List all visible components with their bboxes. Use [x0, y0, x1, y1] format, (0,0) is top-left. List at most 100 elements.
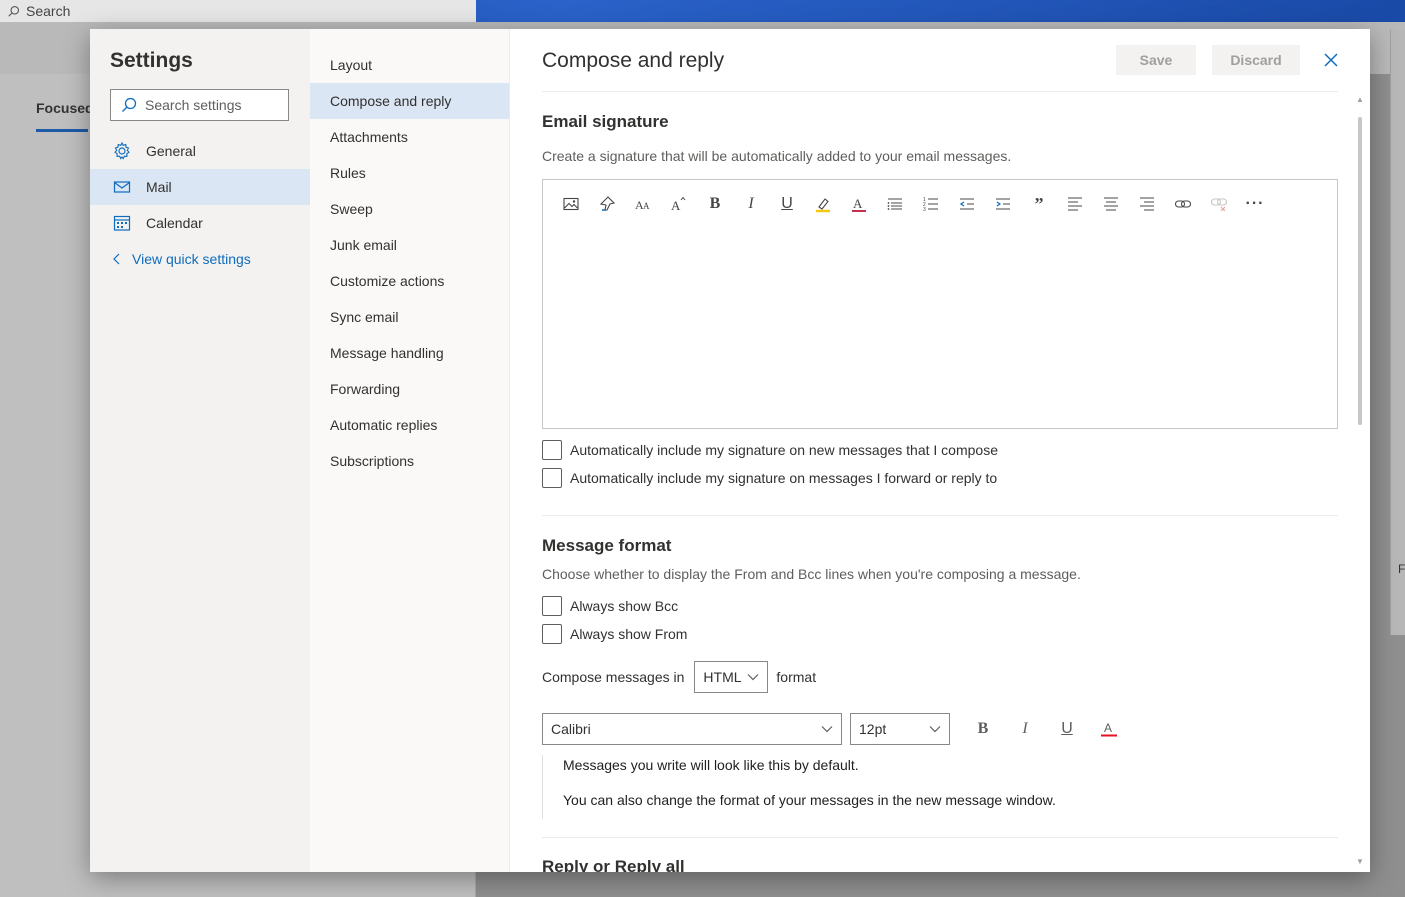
svg-text:3: 3: [923, 207, 926, 213]
insert-link-icon[interactable]: [1165, 192, 1201, 216]
category-calendar[interactable]: Calendar: [90, 205, 310, 241]
search-icon: [8, 5, 20, 17]
save-button[interactable]: Save: [1116, 45, 1196, 75]
discard-button[interactable]: Discard: [1212, 45, 1300, 75]
align-left-icon[interactable]: [1057, 192, 1093, 216]
font-size-icon[interactable]: AA: [625, 192, 661, 216]
scroll-down-arrow[interactable]: ▼: [1356, 857, 1364, 866]
grow-font-icon[interactable]: A: [661, 192, 697, 216]
bold-icon[interactable]: B: [697, 192, 733, 216]
search-icon: [122, 97, 137, 112]
format-painter-icon[interactable]: [589, 192, 625, 216]
settings-search-input[interactable]: [145, 97, 275, 113]
scroll-up-arrow[interactable]: ▲: [1356, 95, 1364, 104]
mail-icon: [113, 181, 131, 193]
app-search-box[interactable]: Search: [0, 0, 476, 22]
nav-automatic-replies[interactable]: Automatic replies: [310, 407, 509, 443]
highlight-icon[interactable]: [805, 192, 841, 216]
settings-categories-pane: Settings General Mail Calendar View quic…: [90, 29, 310, 872]
chevron-left-icon: [113, 253, 120, 265]
auto-signature-reply-label: Automatically include my signature on me…: [570, 470, 998, 486]
settings-dialog: Settings General Mail Calendar View quic…: [90, 29, 1370, 872]
category-general-label: General: [146, 143, 196, 159]
nav-forwarding[interactable]: Forwarding: [310, 371, 509, 407]
nav-attachments[interactable]: Attachments: [310, 119, 509, 155]
more-options-icon[interactable]: ···: [1237, 192, 1273, 216]
always-show-from-row[interactable]: Always show From: [542, 624, 687, 644]
view-quick-settings-link[interactable]: View quick settings: [112, 251, 251, 267]
always-show-bcc-checkbox[interactable]: [542, 596, 562, 616]
section-divider: [542, 837, 1338, 838]
svg-text:A: A: [671, 198, 681, 213]
remove-link-icon[interactable]: [1201, 192, 1237, 216]
default-bold-icon[interactable]: B: [966, 713, 1000, 745]
increase-indent-icon[interactable]: [985, 192, 1021, 216]
nav-junk-email[interactable]: Junk email: [310, 227, 509, 263]
signature-description: Create a signature that will be automati…: [542, 148, 1012, 164]
default-font-row: Calibri 12pt B I U A: [542, 713, 1126, 745]
preview-line-1: Messages you write will look like this b…: [563, 757, 859, 773]
app-focused-tab-indicator: [36, 129, 88, 132]
font-family-dropdown[interactable]: Calibri: [542, 713, 842, 745]
gear-icon: [114, 141, 130, 160]
nav-message-handling[interactable]: Message handling: [310, 335, 509, 371]
auto-signature-reply-row[interactable]: Automatically include my signature on me…: [542, 468, 997, 488]
view-quick-settings-label: View quick settings: [132, 251, 251, 267]
default-font-color-icon[interactable]: A: [1092, 713, 1126, 745]
underline-icon[interactable]: U: [769, 192, 805, 216]
reply-section-title: Reply or Reply all: [542, 857, 685, 872]
section-divider: [542, 515, 1338, 516]
nav-subscriptions[interactable]: Subscriptions: [310, 443, 509, 479]
chevron-down-icon: [821, 726, 833, 733]
align-right-icon[interactable]: [1129, 192, 1165, 216]
compose-format-row: Compose messages in HTML format: [542, 661, 816, 693]
default-italic-icon[interactable]: I: [1008, 713, 1042, 745]
app-reading-pane: [1390, 30, 1405, 635]
svg-text:A: A: [643, 201, 650, 211]
align-center-icon[interactable]: [1093, 192, 1129, 216]
chevron-down-icon: [929, 726, 941, 733]
nav-compose-and-reply[interactable]: Compose and reply: [310, 83, 509, 119]
message-format-title: Message format: [542, 536, 672, 555]
default-format-preview: Messages you write will look like this b…: [542, 755, 1338, 819]
font-size-value: 12pt: [859, 721, 887, 737]
nav-customize-actions[interactable]: Customize actions: [310, 263, 509, 299]
always-show-bcc-row[interactable]: Always show Bcc: [542, 596, 678, 616]
auto-signature-reply-checkbox[interactable]: [542, 468, 562, 488]
scrollbar-thumb[interactable]: [1358, 117, 1362, 425]
font-size-dropdown[interactable]: 12pt: [850, 713, 950, 745]
svg-text:A: A: [1104, 721, 1112, 735]
compose-reply-content: Compose and reply Save Discard ▲ ▼ Email…: [510, 29, 1370, 872]
auto-signature-new-row[interactable]: Automatically include my signature on ne…: [542, 440, 998, 460]
nav-sweep[interactable]: Sweep: [310, 191, 509, 227]
compose-format-value: HTML: [703, 669, 742, 685]
header-divider: [542, 91, 1338, 92]
nav-rules[interactable]: Rules: [310, 155, 509, 191]
compose-format-dropdown[interactable]: HTML: [694, 661, 769, 693]
insert-image-icon[interactable]: [553, 192, 589, 216]
category-mail[interactable]: Mail: [90, 169, 310, 205]
font-color-icon[interactable]: A: [841, 192, 877, 216]
close-icon[interactable]: [1322, 51, 1340, 69]
always-show-from-checkbox[interactable]: [542, 624, 562, 644]
category-general[interactable]: General: [90, 133, 310, 169]
svg-text:A: A: [853, 196, 863, 211]
font-family-value: Calibri: [551, 721, 591, 737]
signature-toolbar: AA A B I U A 123 ” ···: [553, 192, 1273, 216]
nav-sync-email[interactable]: Sync email: [310, 299, 509, 335]
compose-format-prefix: Compose messages in: [542, 669, 685, 685]
decrease-indent-icon[interactable]: [949, 192, 985, 216]
message-format-description: Choose whether to display the From and B…: [542, 566, 1081, 582]
settings-search-box[interactable]: [110, 89, 289, 121]
default-underline-icon[interactable]: U: [1050, 713, 1084, 745]
auto-signature-new-checkbox[interactable]: [542, 440, 562, 460]
page-title: Compose and reply: [542, 49, 725, 72]
nav-layout[interactable]: Layout: [310, 47, 509, 83]
signature-editor[interactable]: AA A B I U A 123 ” ···: [542, 179, 1338, 429]
app-search-label: Search: [26, 3, 71, 19]
numbering-icon[interactable]: 123: [913, 192, 949, 216]
italic-icon[interactable]: I: [733, 192, 769, 216]
app-focused-tab[interactable]: Focused: [36, 100, 94, 116]
bullets-icon[interactable]: [877, 192, 913, 216]
quote-icon[interactable]: ”: [1021, 192, 1057, 216]
